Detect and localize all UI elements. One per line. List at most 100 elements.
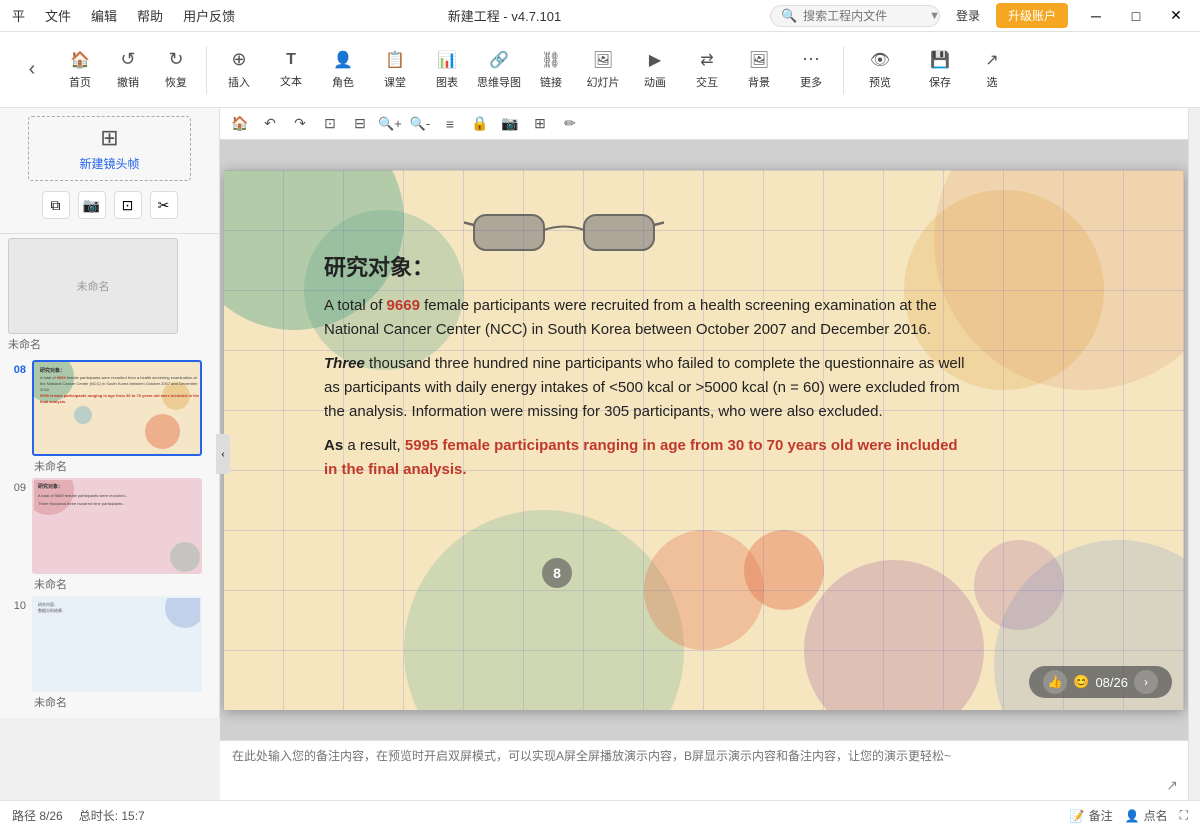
statusbar: 路径 8/26 总时长: 15:7 📝 备注 👤 点名 ⛶ [0, 800, 1200, 830]
text-button[interactable]: T 文本 [265, 40, 317, 100]
preview-button[interactable]: 👁 预览 [850, 40, 910, 100]
home-view-icon[interactable]: 🏠 [228, 112, 252, 136]
lock-icon[interactable]: 🔒 [468, 112, 492, 136]
new-frame-button[interactable]: ⊞ 新建镜头帧 [28, 116, 190, 181]
redo-button[interactable]: ↻ 恢复 [152, 40, 200, 100]
redo-icon: ↻ [168, 49, 183, 70]
more-label: 更多 [800, 74, 822, 90]
more-icon: ⋯ [802, 49, 820, 70]
slide-label-10: 未命名 [32, 694, 211, 710]
slide-button[interactable]: 🖼 幻灯片 [577, 40, 629, 100]
classroom-button[interactable]: 📋 课堂 [369, 40, 421, 100]
toolbar-divider-1 [206, 46, 207, 94]
main-toolbar: ‹ 🏠 首页 ↺ 撤销 ↻ 恢复 ⊕ 插入 T 文本 👤 角色 📋 课堂 📊 图 [0, 32, 1200, 108]
edit-icon[interactable]: ✏ [558, 112, 582, 136]
rotate-left-icon[interactable]: ↶ [258, 112, 282, 136]
annotate-label: 备注 [1089, 807, 1113, 824]
select-button[interactable]: ↗ 选 [970, 40, 1014, 100]
prev-page-button[interactable]: 👍 [1043, 670, 1067, 694]
view-icons: 🏠 ↶ ↷ ⊡ ⊟ 🔍+ 🔍- ≡ 🔒 📷 ⊞ ✏ [228, 112, 582, 136]
grid-icon[interactable]: ≡ [438, 112, 462, 136]
search-box[interactable]: 🔍 ▼ [770, 5, 940, 27]
window-controls: ─ □ ✕ [1076, 0, 1196, 32]
slides-panel: 08 研究对象： A total of 9669 female particip… [0, 356, 219, 718]
sidebar-collapse-button[interactable]: ‹ [216, 434, 230, 474]
back-icon: ‹ [29, 58, 36, 81]
maximize-button[interactable]: □ [1116, 0, 1156, 32]
bg-circle-8 [804, 560, 984, 710]
zoom-out-icon[interactable]: 🔍- [408, 112, 432, 136]
slide-label-09: 未命名 [32, 576, 211, 592]
login-button[interactable]: 登录 [948, 4, 988, 27]
menu-help[interactable]: 帮助 [133, 6, 167, 25]
frame-icon[interactable]: ⊡ [318, 112, 342, 136]
home-label: 首页 [69, 74, 91, 90]
statusbar-left: 路径 8/26 总时长: 15:7 [12, 807, 145, 824]
zoom-in-icon[interactable]: 🔍+ [378, 112, 402, 136]
menu-file[interactable]: 文件 [41, 6, 75, 25]
chart-button[interactable]: 📊 图表 [421, 40, 473, 100]
layout-icon[interactable]: ⊞ [528, 112, 552, 136]
annotate-button[interactable]: 📝 备注 [1070, 807, 1113, 824]
upgrade-button[interactable]: 升级账户 [996, 3, 1068, 28]
background-button[interactable]: 🖼 背景 [733, 40, 785, 100]
next-page-button[interactable]: › [1134, 670, 1158, 694]
minimize-button[interactable]: ─ [1076, 0, 1116, 32]
photo-button[interactable]: 📷 [78, 191, 106, 219]
fullscreen-button[interactable]: ⛶ [1180, 808, 1188, 823]
crop-button[interactable]: ✂ [150, 191, 178, 219]
slide-thumb-wrap-10: 研究内容... 数据分析结果... 未命名 [32, 596, 211, 710]
slide-thumb-09[interactable]: 研究对象： A total of 9669 female participant… [32, 478, 202, 574]
slide-number-08: 08 [8, 360, 26, 376]
titlebar-left: 平 文件 编辑 帮助 用户反馈 [8, 6, 239, 25]
slide-label: 幻灯片 [587, 74, 620, 90]
close-button[interactable]: ✕ [1156, 0, 1196, 32]
thumb10-circle-1 [165, 596, 202, 628]
search-input[interactable] [803, 9, 923, 23]
right-scrollbar[interactable] [1188, 108, 1200, 800]
notes-expand-icon[interactable]: ↗ [1166, 777, 1178, 794]
nav-back-button[interactable]: ‹ [8, 40, 56, 100]
link-button[interactable]: ⛓ 链接 [525, 40, 577, 100]
text-label: 文本 [280, 73, 302, 89]
home-button[interactable]: 🏠 首页 [56, 40, 104, 100]
interact-label: 交互 [696, 74, 718, 90]
animation-icon: ▶ [649, 50, 661, 70]
camera-view-icon[interactable]: 📷 [498, 112, 522, 136]
insert-button[interactable]: ⊕ 插入 [213, 40, 265, 100]
search-dropdown-icon[interactable]: ▼ [929, 10, 940, 22]
character-icon: 👤 [333, 50, 353, 70]
undo-button[interactable]: ↺ 撤销 [104, 40, 152, 100]
menu-bar: 平 文件 编辑 帮助 用户反馈 [8, 6, 239, 25]
menu-feedback[interactable]: 用户反馈 [179, 6, 239, 25]
copy-frame-button[interactable]: ⧉ [42, 191, 70, 219]
mindmap-button[interactable]: 🔗 思维导图 [473, 40, 525, 100]
menu-edit[interactable]: 编辑 [87, 6, 121, 25]
character-label: 角色 [332, 74, 354, 90]
search-icon: 🔍 [781, 8, 797, 24]
more-button[interactable]: ⋯ 更多 [785, 40, 837, 100]
content-area: 🏠 ↶ ↷ ⊡ ⊟ 🔍+ 🔍- ≡ 🔒 📷 ⊞ ✏ [220, 108, 1188, 800]
save-button[interactable]: 💾 保存 [910, 40, 970, 100]
frame2-icon[interactable]: ⊟ [348, 112, 372, 136]
para2-rest: thousand three hundred nine participants… [324, 355, 964, 420]
slide-icon: 🖼 [593, 50, 613, 70]
menu-flat[interactable]: 平 [8, 6, 29, 25]
character-button[interactable]: 👤 角色 [317, 40, 369, 100]
animation-button[interactable]: ▶ 动画 [629, 40, 681, 100]
crop-icon: ✂ [158, 197, 170, 214]
page-badge: 👍 😊 08/26 › [1029, 666, 1172, 698]
camera-icon: 📷 [83, 197, 100, 214]
interact-button[interactable]: ⇄ 交互 [681, 40, 733, 100]
slide-thumb-10[interactable]: 研究内容... 数据分析结果... [32, 596, 202, 692]
slide-canvas: 研究对象： A total of 9669 female participant… [224, 170, 1184, 710]
insert-icon: ⊕ [231, 49, 246, 70]
notes-input[interactable] [232, 747, 1176, 787]
rollcall-button[interactable]: 👤 点名 [1125, 807, 1168, 824]
link-icon: ⛓ [541, 50, 561, 70]
slide-thumb-08[interactable]: 研究对象： A total of 9669 female participant… [32, 360, 202, 456]
resize-button[interactable]: ⊡ [114, 191, 142, 219]
rotate-right-icon[interactable]: ↷ [288, 112, 312, 136]
slide-thumb-wrap-09: 研究对象： A total of 9669 female participant… [32, 478, 211, 592]
animation-label: 动画 [644, 74, 666, 90]
